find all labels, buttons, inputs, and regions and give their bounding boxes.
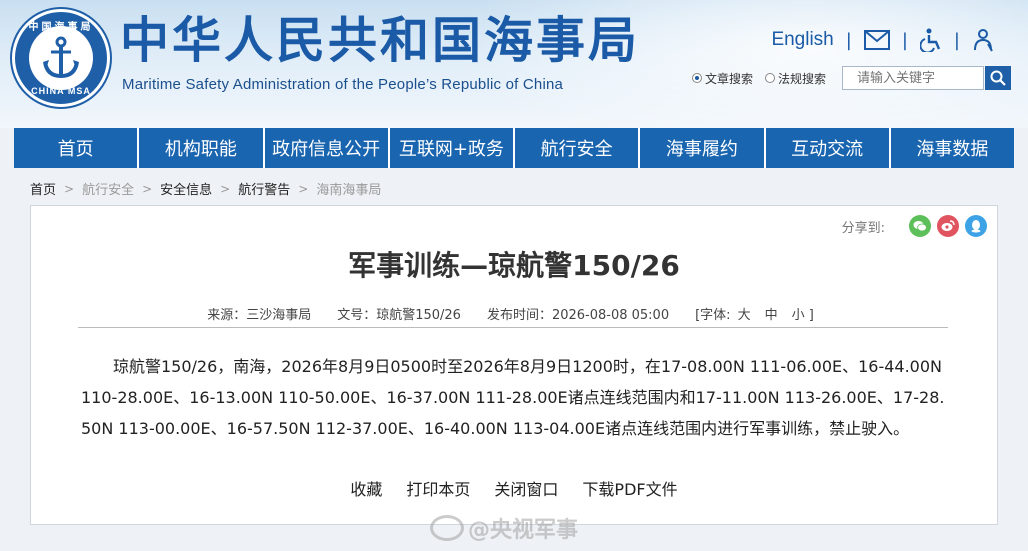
separator: | (953, 29, 960, 51)
share-label: 分享到: (841, 220, 885, 236)
qq-icon[interactable] (965, 215, 987, 237)
meta-publish-time: 发布时间：2026-08-08 05:00 (486, 308, 670, 323)
nav-item-internet-gov[interactable]: 互联网+政务 (387, 128, 513, 168)
elderly-mode-icon[interactable] (972, 28, 994, 52)
article-meta: 来源：三沙海事局 文号：琼航警150/26 发布时间：2026-08-08 05… (31, 304, 997, 323)
meta-spacer (311, 304, 337, 323)
nav-item-data[interactable]: 海事数据 (888, 128, 1014, 168)
site-title[interactable]: 中华人民共和国海事局 (120, 16, 640, 65)
search-bar: 文章搜索 法规搜索 (692, 66, 1012, 90)
article-panel: 分享到: 军事训练—琼航警150/26 来源：三沙海事局 文号：琼航警150/2… (30, 205, 998, 525)
close-window-link[interactable]: 关闭窗口 (494, 476, 558, 500)
search-button[interactable] (985, 66, 1012, 90)
top-links: English | | | (771, 28, 994, 52)
breadcrumb-separator: > (220, 181, 231, 196)
breadcrumb-navigation-safety[interactable]: 航行安全 (82, 179, 134, 198)
meta-spacer (461, 304, 487, 323)
print-link[interactable]: 打印本页 (406, 476, 470, 500)
font-size-label: [字体: (695, 308, 731, 323)
site-header: 中国海事局 CHINA MSA 中华人民共和国海事局 Maritime Safe… (0, 0, 1028, 128)
breadcrumb-hainan-msa[interactable]: 海南海事局 (316, 179, 381, 198)
meta-spacer (669, 304, 695, 323)
article-title: 军事训练—琼航警150/26 (348, 249, 680, 282)
nav-item-interaction[interactable]: 互动交流 (763, 128, 889, 168)
nav-item-home[interactable]: 首页 (14, 128, 137, 168)
font-size-medium[interactable]: 中 (765, 304, 778, 323)
breadcrumb-safety-info[interactable]: 安全信息 (160, 179, 212, 198)
search-icon (990, 70, 1006, 86)
search-input[interactable] (842, 66, 985, 90)
radio-button[interactable] (765, 73, 776, 83)
english-link[interactable]: English (771, 29, 833, 51)
weibo-watermark-icon (430, 515, 464, 541)
watermark-text: @央视军事 (468, 518, 579, 543)
divider (78, 327, 948, 328)
favorite-link[interactable]: 收藏 (350, 476, 382, 500)
search-option-law-label: 法规搜索 (778, 71, 827, 86)
logo-bottom-text: CHINA MSA (31, 86, 91, 96)
breadcrumb-home[interactable]: 首页 (30, 179, 56, 198)
main-nav: 首页 机构职能 政府信息公开 互联网+政务 航行安全 海事履约 互动交流 海事数… (14, 128, 1014, 168)
font-size-large[interactable]: 大 (738, 304, 751, 323)
site-subtitle: Maritime Safety Administration of the Pe… (122, 76, 564, 93)
radio-button-selected[interactable] (692, 73, 702, 83)
breadcrumb: 首页 > 航行安全 > 安全信息 > 航行警告 > 海南海事局 (30, 179, 381, 199)
nav-item-navigation-safety[interactable]: 航行安全 (513, 128, 638, 168)
search-option-article-label: 文章搜索 (705, 71, 754, 86)
separator: | (845, 29, 852, 51)
wechat-icon[interactable] (909, 215, 931, 237)
meta-source: 来源：三沙海事局 (207, 308, 312, 323)
breadcrumb-separator: > (64, 181, 75, 196)
nav-item-functions[interactable]: 机构职能 (137, 128, 262, 168)
meta-doc-number: 文号：琼航警150/26 (337, 308, 461, 323)
accessibility-icon[interactable] (919, 28, 942, 52)
separator: | (901, 29, 908, 51)
breadcrumb-separator: > (298, 181, 309, 196)
article-body: 琼航警150/26，南海，2026年8月9日0500时至2026年8月9日120… (81, 357, 945, 438)
watermark: @央视军事 (430, 512, 578, 544)
nav-item-gov-info[interactable]: 政府信息公开 (262, 128, 388, 168)
search-option-law[interactable]: 法规搜索 (765, 70, 826, 87)
nav-item-compliance[interactable]: 海事履约 (638, 128, 763, 168)
weibo-icon[interactable] (937, 215, 959, 237)
mail-icon[interactable] (863, 30, 890, 50)
font-size-control: [字体: 大 中 小 ] (695, 304, 821, 323)
breadcrumb-navigation-warnings[interactable]: 航行警告 (238, 179, 290, 198)
msa-logo[interactable]: 中国海事局 CHINA MSA (12, 9, 110, 107)
search-option-article[interactable]: 文章搜索 (692, 70, 753, 87)
logo-top-text: 中国海事局 (28, 22, 94, 33)
download-pdf-link[interactable]: 下载PDF文件 (582, 476, 677, 500)
article-actions: 收藏 打印本页 关闭窗口 下载PDF文件 (31, 476, 997, 500)
anchor-icon (29, 26, 93, 90)
font-size-small[interactable]: 小 ] (792, 304, 814, 323)
share-bar: 分享到: (842, 215, 987, 237)
breadcrumb-separator: > (142, 181, 153, 196)
